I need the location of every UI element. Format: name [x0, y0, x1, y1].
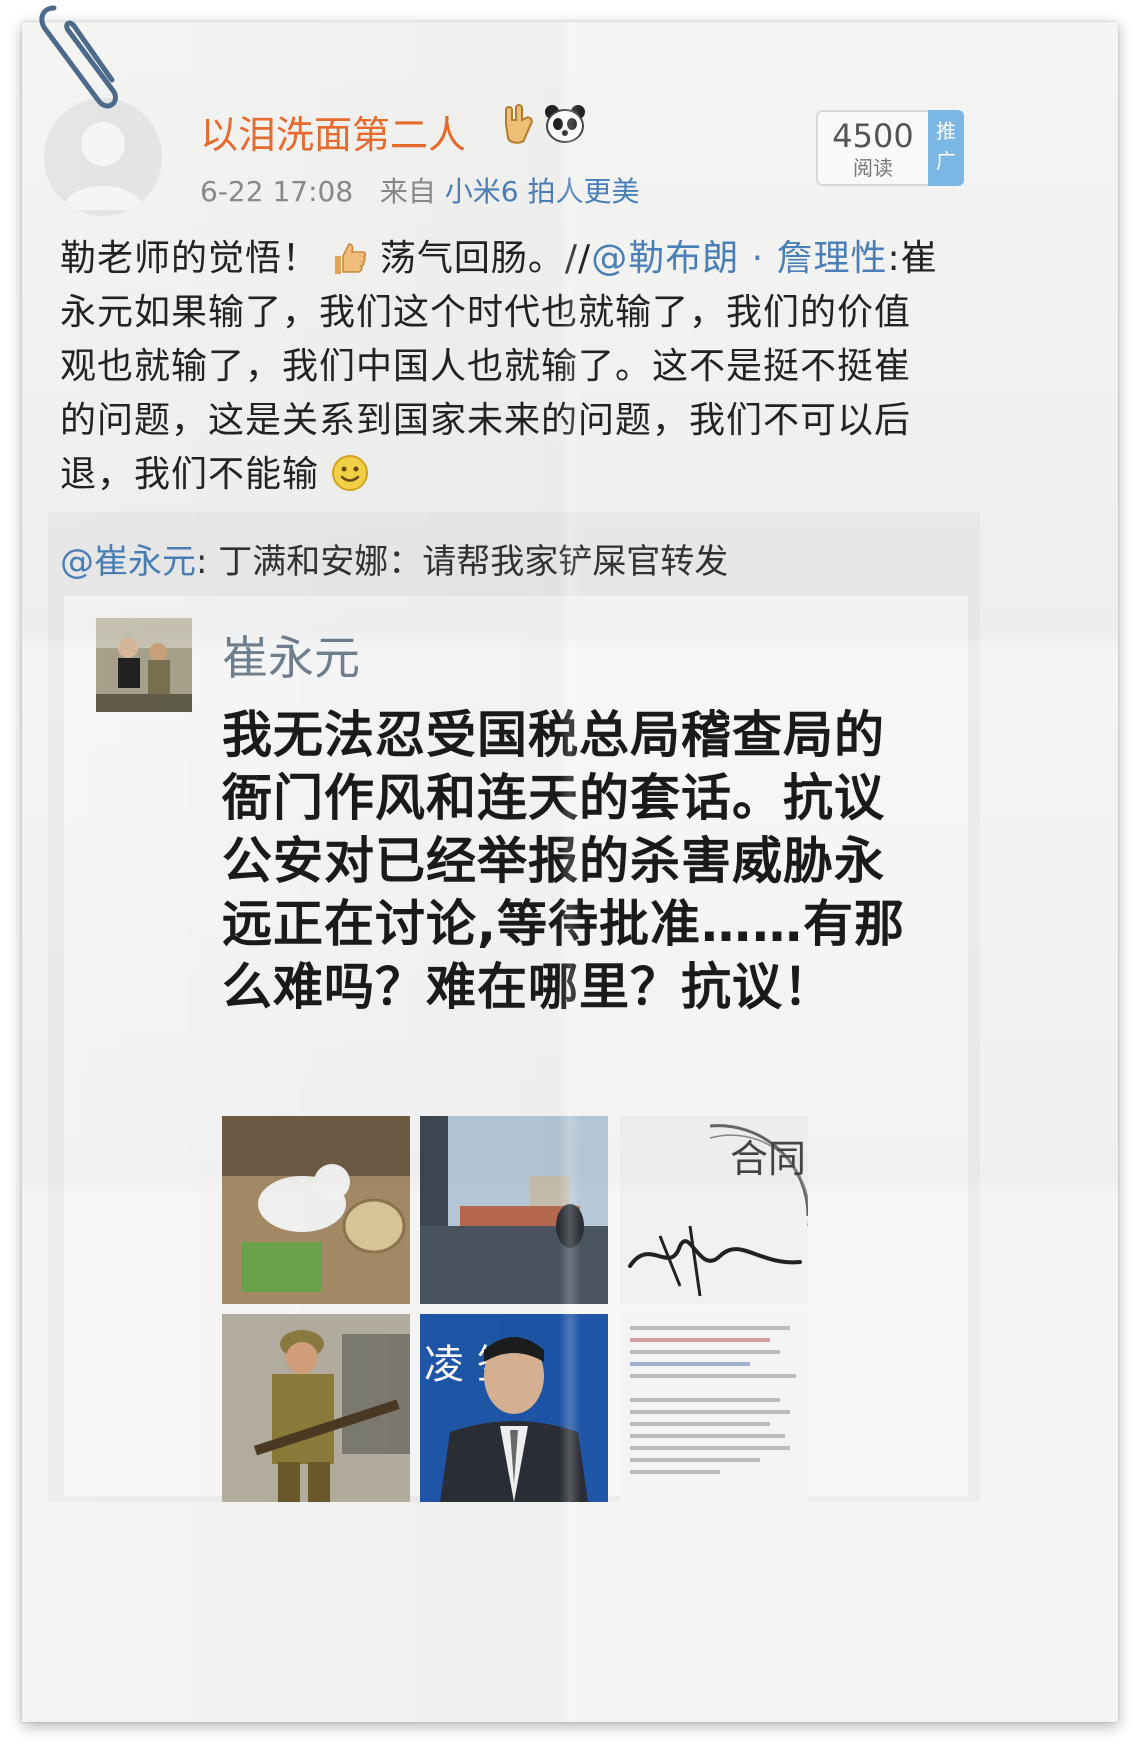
inner-post-text: 我无法忍受国税总局稽查局的衙门作风和连天的套话。抗议公安对已经举报的杀害威胁永远…: [222, 706, 905, 1016]
thumbnail-contract-signature[interactable]: 合同: [620, 1116, 808, 1304]
promote-label-1: 推: [936, 119, 956, 143]
post-text: 勒老师的觉悟！ 荡气回肠。//@勒布朗 · 詹理性:崔永元如果输了，我们这个时代…: [60, 232, 940, 502]
post-text-part1: 勒老师的觉悟！: [60, 238, 320, 279]
thumb-sign-text: 合同: [730, 1137, 806, 1181]
username[interactable]: 以泪洗面第二人: [200, 104, 466, 159]
repost-mention-link[interactable]: @崔永元: [60, 542, 196, 582]
reads-count: 4500: [832, 117, 914, 155]
hand-gesture-icon: [505, 104, 533, 144]
thumbs-up-icon: [335, 243, 367, 274]
thumbnail-official[interactable]: 凌 签: [420, 1314, 608, 1502]
post-source[interactable]: 小米6 拍人更美: [445, 175, 640, 208]
post-text-part2: 荡气回肠。//: [379, 238, 592, 279]
mention-link[interactable]: @勒布朗 · 詹理性: [591, 238, 887, 279]
post-meta: 6-22 17:08 来自 小米6 拍人更美: [200, 170, 639, 210]
panda-icon: [545, 105, 585, 143]
inner-username[interactable]: 崔永元: [222, 622, 360, 688]
thumbnail-soldier[interactable]: [222, 1314, 410, 1502]
from-label: 来自: [379, 175, 436, 208]
inner-avatar[interactable]: [96, 618, 192, 712]
repost-header: @崔永元: 丁满和安娜：请帮我家铲屎官转发: [60, 534, 728, 583]
reads-label: 阅读: [853, 156, 893, 180]
thumbnail-window-view[interactable]: [420, 1116, 608, 1304]
reads-counter: 4500 阅读: [816, 110, 930, 186]
promote-button[interactable]: 推 广: [928, 110, 964, 186]
thumbnail-document-screenshot[interactable]: [620, 1314, 808, 1502]
paperclip-icon: [39, 5, 118, 109]
thumbnail-cat[interactable]: [222, 1116, 410, 1304]
smile-emoji-icon: [332, 455, 369, 491]
repost-text: : 丁满和安娜：请帮我家铲屎官转发: [196, 542, 729, 582]
promote-label-2: 广: [936, 149, 956, 173]
post-time: 6-22 17:08: [200, 175, 354, 208]
